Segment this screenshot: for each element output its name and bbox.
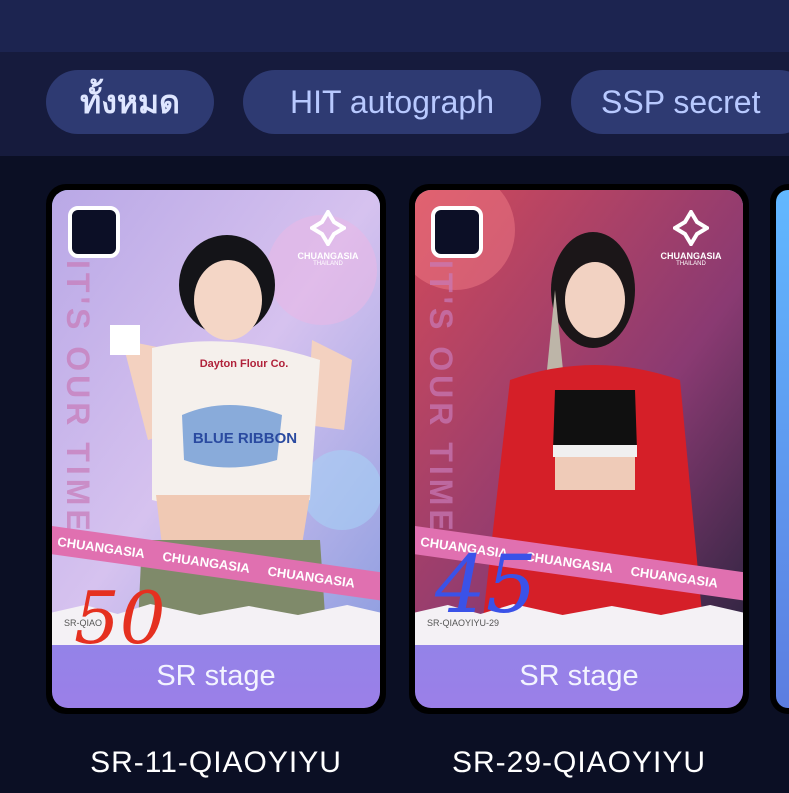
filter-tabs: ทั้งหมด HIT autograph SSP secret <box>0 52 789 156</box>
card-photo: IT'S OUR TIME CHUANGASIA THAILAND CHUANG… <box>415 190 743 645</box>
banner-text-2: CHUANGASIA <box>524 548 615 576</box>
banner-text-2: CHUANGASIA <box>161 548 252 576</box>
top-bar <box>0 0 789 52</box>
card-name: SR-11-QIAOYIYU <box>90 746 342 779</box>
tab-ssp-secret[interactable]: SSP secret <box>571 70 789 134</box>
card-rarity-label: SR stage <box>156 660 276 692</box>
chuangasia-logo-icon <box>671 208 711 248</box>
card-face: IT'S OUR TIME CHUANGASIA THAILAND CHUANG… <box>415 190 743 708</box>
select-checkbox[interactable] <box>68 206 120 258</box>
tab-all[interactable]: ทั้งหมด <box>46 70 214 134</box>
card-face <box>776 190 789 708</box>
brand-logo: CHUANGASIA THAILAND <box>288 208 368 267</box>
chuangasia-logo-icon <box>308 208 348 248</box>
card-sr-11[interactable]: Dayton Flour Co. BLUE RIBBON IT'S OUR TI… <box>46 184 386 779</box>
banner-text-3: CHUANGASIA <box>266 563 357 591</box>
card-grid: Dayton Flour Co. BLUE RIBBON IT'S OUR TI… <box>0 156 789 793</box>
brand-logo: CHUANGASIA THAILAND <box>651 208 731 267</box>
brand-region: THAILAND <box>676 261 706 267</box>
select-checkbox[interactable] <box>431 206 483 258</box>
card-name: SR-29-QIAOYIYU <box>451 746 707 779</box>
brand-name: CHUANGASIA <box>660 251 722 261</box>
card-face: Dayton Flour Co. BLUE RIBBON IT'S OUR TI… <box>52 190 380 708</box>
banner-text-1: CHUANGASIA <box>56 533 146 561</box>
brand-name: CHUANGASIA <box>297 251 359 261</box>
brand-region: THAILAND <box>313 261 343 267</box>
card-partial-next[interactable] <box>770 184 789 714</box>
shirt-graphic-text: BLUE RIBBON <box>192 430 298 447</box>
card-photo: Dayton Flour Co. BLUE RIBBON IT'S OUR TI… <box>52 190 380 645</box>
card-rarity-label: SR stage <box>519 660 639 692</box>
handwritten-price: 50 <box>74 576 166 645</box>
banner-text-3: CHUANGASIA <box>629 563 720 591</box>
card-sr-29[interactable]: IT'S OUR TIME CHUANGASIA THAILAND CHUANG… <box>409 184 749 779</box>
handwritten-price: 45 <box>435 538 537 631</box>
tab-hit-autograph[interactable]: HIT autograph <box>243 70 541 134</box>
shirt-print: Dayton Flour Co. <box>199 358 289 370</box>
